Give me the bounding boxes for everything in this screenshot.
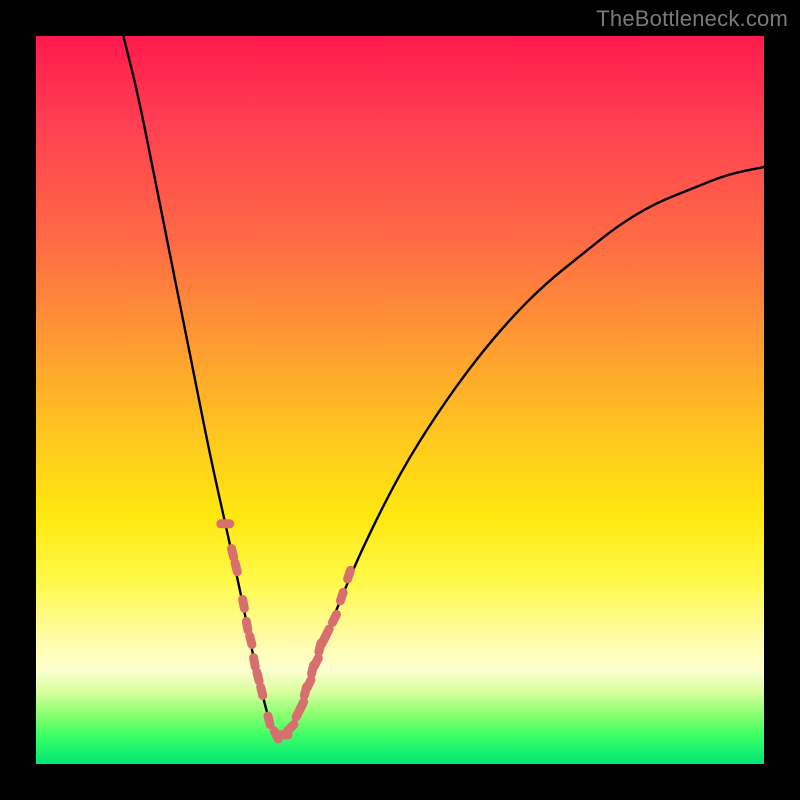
chart-svg <box>36 36 764 764</box>
marker <box>335 587 349 607</box>
marker <box>255 681 268 701</box>
chart-frame: TheBottleneck.com <box>0 0 800 800</box>
marker <box>244 630 257 650</box>
plot-area <box>36 36 764 764</box>
marker <box>230 558 243 578</box>
marker <box>216 519 234 528</box>
watermark-text: TheBottleneck.com <box>596 6 788 32</box>
marker <box>342 565 356 585</box>
highlighted-points <box>216 519 356 745</box>
marker <box>237 594 249 613</box>
bottleneck-curve <box>123 36 764 735</box>
